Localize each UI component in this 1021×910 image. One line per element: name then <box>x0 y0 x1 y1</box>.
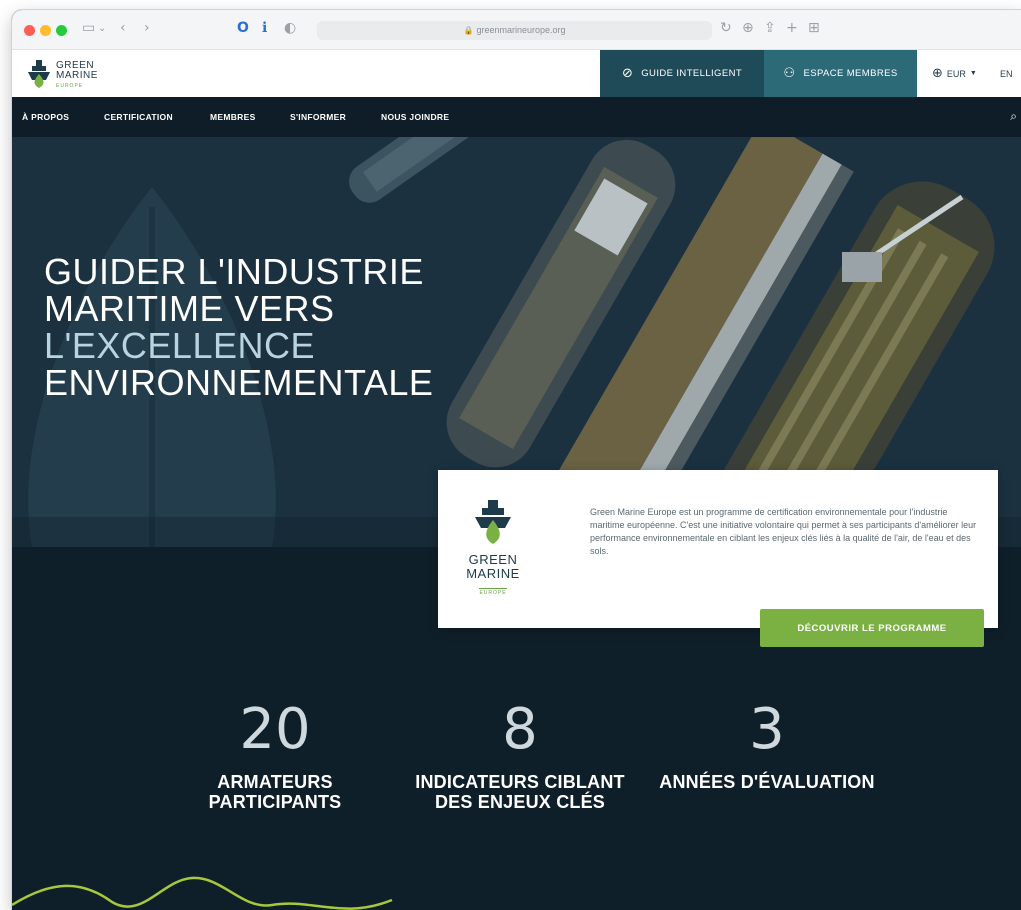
stat-armateurs: 20 ARMATEURS PARTICIPANTS <box>190 697 360 813</box>
card-logo-sub: EUROPE <box>479 588 507 596</box>
espace-membres-button[interactable]: ⚇ ESPACE MEMBRES <box>764 50 917 97</box>
address-bar[interactable]: 🔒 greenmarineurope.org <box>317 21 712 40</box>
stat-label-line1: ARMATEURS <box>217 772 333 792</box>
nav-item-a-propos[interactable]: À PROPOS <box>22 97 69 137</box>
close-window-button[interactable] <box>24 25 35 36</box>
stat-label-line1: ANNÉES D'ÉVALUATION <box>659 772 875 792</box>
forward-icon[interactable]: › <box>144 20 150 36</box>
hero-line-1: GUIDER L'INDUSTRIE <box>44 251 424 292</box>
logo-wordmark: GREEN MARINE EUROPE <box>56 61 98 91</box>
card-logo: GREEN MARINE EUROPE <box>458 500 528 600</box>
lock-icon: 🔒 <box>463 26 474 35</box>
language-switch[interactable]: EN <box>1000 50 1013 97</box>
stat-label-line1: INDICATEURS CIBLANT <box>415 772 625 792</box>
nav-item-sinformer[interactable]: S'INFORMER <box>290 97 346 137</box>
nav-item-certification[interactable]: CERTIFICATION <box>104 97 173 137</box>
extension-info-icon[interactable]: ℹ <box>262 20 267 36</box>
share-icon[interactable]: ⇪ <box>764 20 776 36</box>
decouvrir-programme-button[interactable]: DÉCOUVRIR LE PROGRAMME <box>760 609 984 647</box>
sidebar-toggle-icon[interactable]: ▭ <box>82 20 95 36</box>
download-icon[interactable]: ⊕ <box>742 20 754 36</box>
back-icon[interactable]: ‹ <box>120 20 126 36</box>
zoom-window-button[interactable] <box>56 25 67 36</box>
caret-down-icon: ▼ <box>969 70 977 77</box>
hero-line-3: L'EXCELLENCE <box>44 325 315 366</box>
language-label: EN <box>1000 68 1013 79</box>
search-icon[interactable]: ⌕ <box>1010 109 1017 124</box>
hero-line-2: MARITIME VERS <box>44 288 335 329</box>
hero-line-4: ENVIRONNEMENTALE <box>44 362 434 403</box>
nav-item-membres[interactable]: MEMBRES <box>210 97 256 137</box>
stat-number: 3 <box>749 697 785 762</box>
stat-number: 8 <box>502 697 538 762</box>
new-tab-icon[interactable]: + <box>786 20 798 36</box>
privacy-shield-icon[interactable]: ◐ <box>284 20 296 36</box>
stat-number: 20 <box>239 697 311 762</box>
stat-label-line2: DES ENJEUX CLÉS <box>434 792 606 812</box>
globe-icon: ⊕ <box>932 66 943 81</box>
card-logo-line1: GREEN <box>468 552 518 567</box>
compass-icon: ⊘ <box>621 66 634 81</box>
stat-annees: 3 ANNÉES D'ÉVALUATION <box>652 697 882 793</box>
site-header: GREEN MARINE EUROPE ⊘ GUIDE INTELLIGENT … <box>12 50 1021 97</box>
browser-window: ▭ ⌄ ‹ › O ℹ ◐ 🔒 greenmarineurope.org ↻ ⊕ … <box>12 10 1021 910</box>
ship-logo-icon <box>475 500 511 544</box>
browser-toolbar: ▭ ⌄ ‹ › O ℹ ◐ 🔒 greenmarineurope.org ↻ ⊕ … <box>12 10 1021 50</box>
minimize-window-button[interactable] <box>40 25 51 36</box>
logo-sub: EUROPE <box>56 83 84 89</box>
ship-logo-icon <box>28 60 50 88</box>
currency-label: EUR <box>946 68 966 79</box>
nav-item-nous-joindre[interactable]: NOUS JOINDRE <box>381 97 449 137</box>
user-icon: ⚇ <box>783 66 796 81</box>
hero-heading: GUIDER L'INDUSTRIE MARITIME VERS L'EXCEL… <box>44 253 433 401</box>
espace-membres-label: ESPACE MEMBRES <box>803 68 898 79</box>
extension-o-icon[interactable]: O <box>237 20 249 36</box>
chevron-down-icon[interactable]: ⌄ <box>98 23 106 34</box>
guide-intelligent-label: GUIDE INTELLIGENT <box>641 68 743 79</box>
stat-label-line2: PARTICIPANTS <box>208 792 342 812</box>
site-logo[interactable]: GREEN MARINE EUROPE <box>26 58 116 90</box>
address-url: greenmarineurope.org <box>476 25 566 35</box>
logo-line2: MARINE <box>56 70 98 81</box>
main-nav: À PROPOS CERTIFICATION MEMBRES S'INFORME… <box>12 97 1021 137</box>
tab-overview-icon[interactable]: ⊞ <box>808 20 820 36</box>
card-logo-line2: MARINE <box>466 566 520 581</box>
program-description: Green Marine Europe est un programme de … <box>590 507 977 556</box>
reload-icon[interactable]: ↻ <box>720 20 732 36</box>
stat-indicateurs: 8 INDICATEURS CIBLANT DES ENJEUX CLÉS <box>410 697 630 813</box>
decorative-wave <box>12 876 393 910</box>
region-selector[interactable]: ⊕ EUR ▼ <box>932 50 977 97</box>
program-intro-card: GREEN MARINE EUROPE Green Marine Europe … <box>438 470 998 628</box>
guide-intelligent-button[interactable]: ⊘ GUIDE INTELLIGENT <box>600 50 764 97</box>
